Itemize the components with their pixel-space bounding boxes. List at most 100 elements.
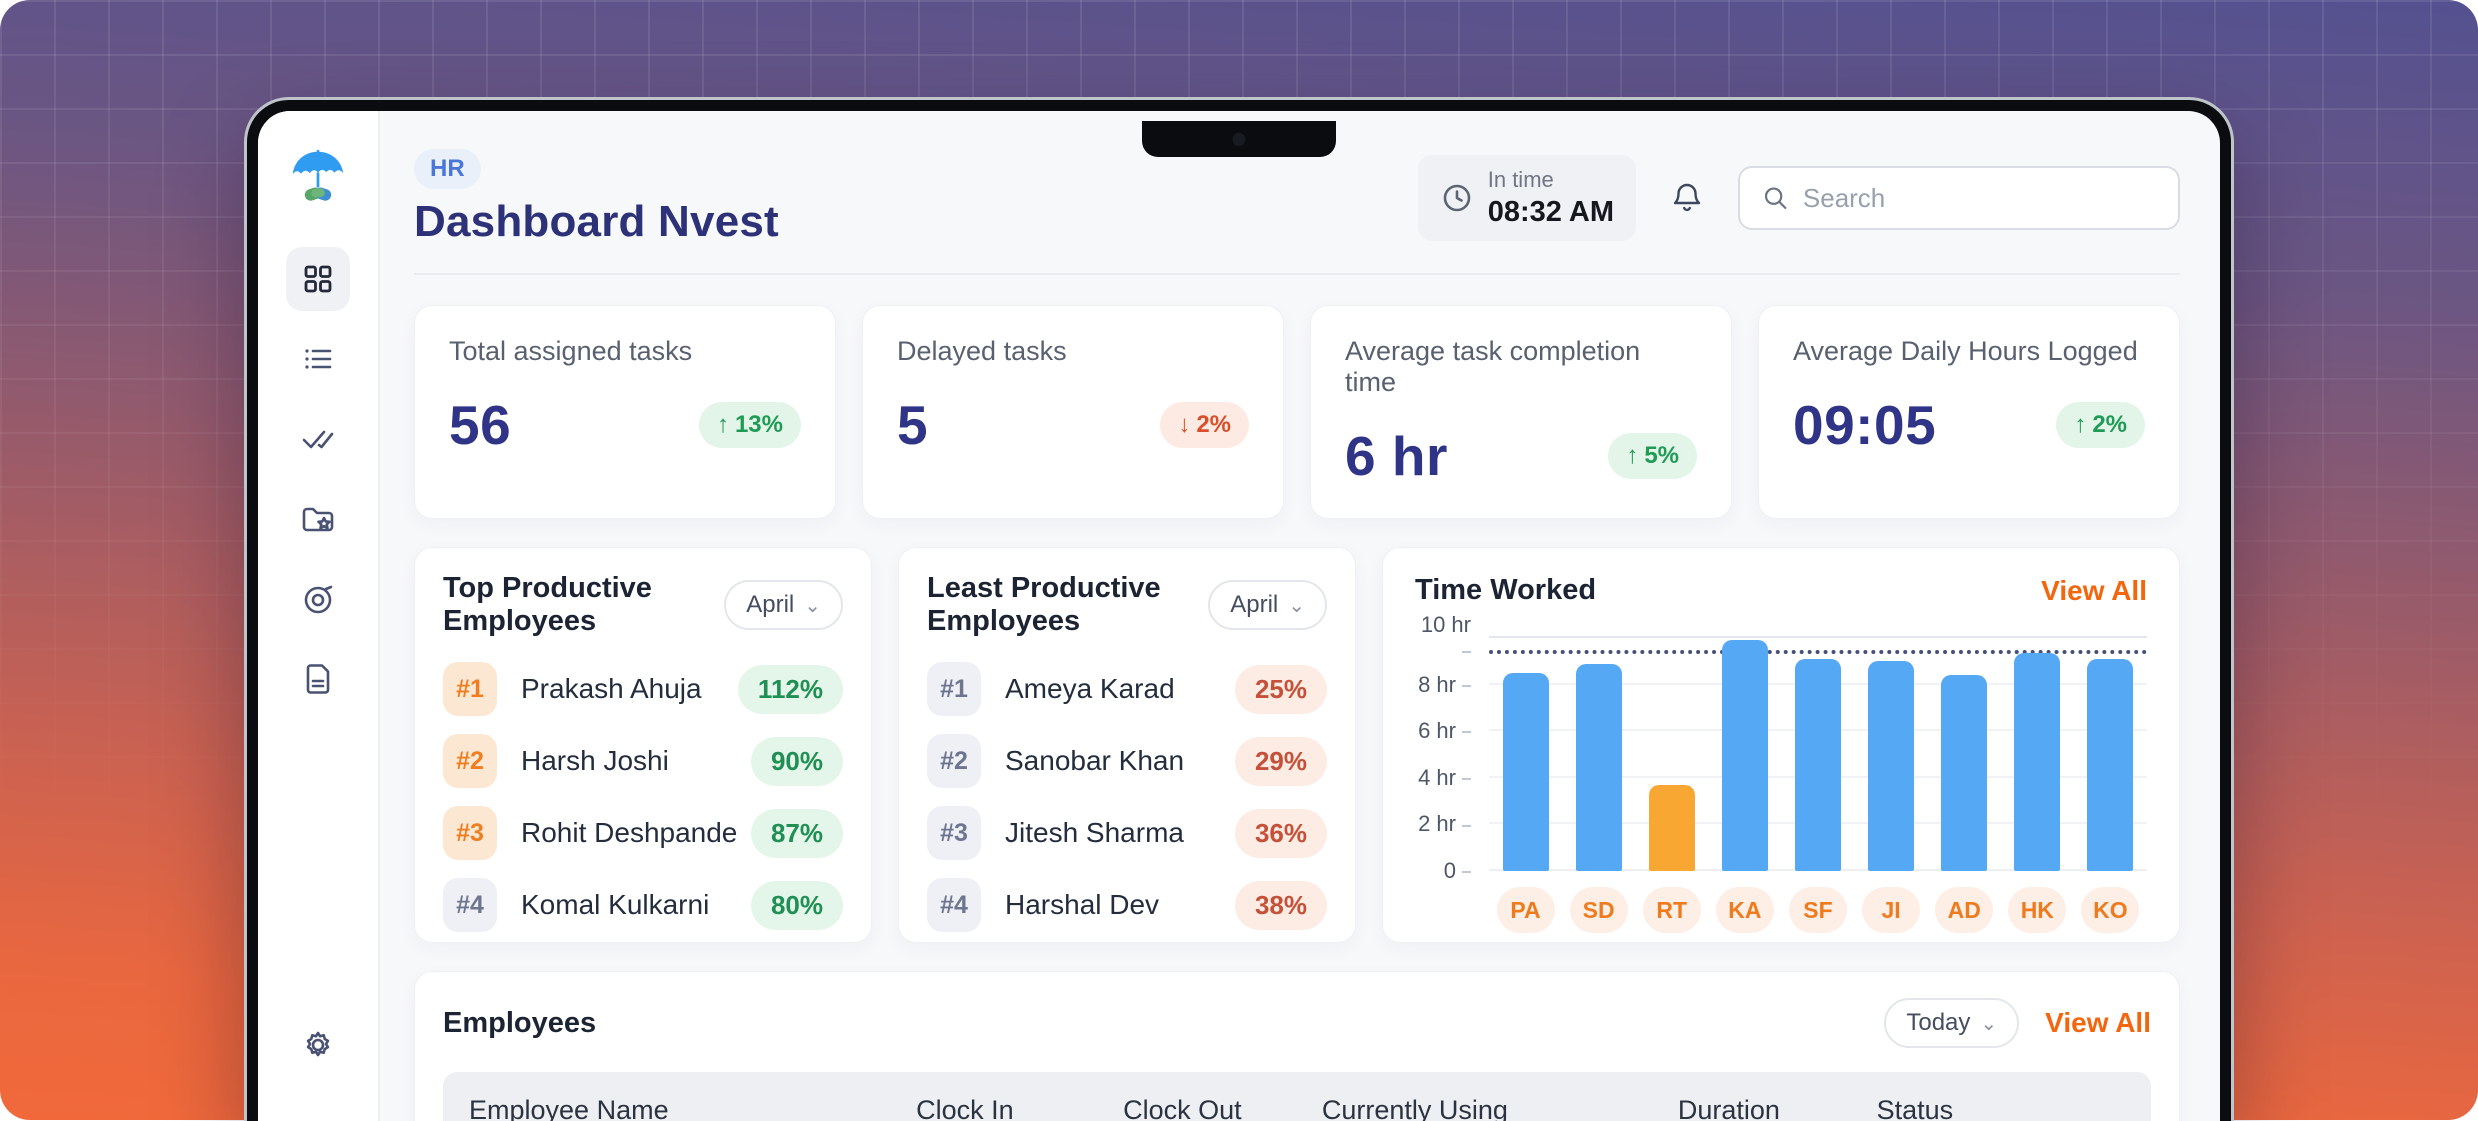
sidebar-item-reports[interactable]	[286, 647, 350, 711]
search-input[interactable]	[1803, 183, 2156, 214]
column-header: Duration	[1678, 1095, 1877, 1121]
productivity-percent-badge: 38%	[1235, 881, 1327, 930]
stat-delta-badge: ↑13%	[699, 402, 801, 448]
least-productive-month-dropdown[interactable]: April⌄	[1208, 580, 1327, 630]
chart-title: Time Worked	[1415, 574, 1596, 607]
productivity-row[interactable]: #3Jitesh Sharma36%	[927, 804, 1327, 862]
stat-delta-badge: ↑2%	[2056, 402, 2145, 448]
rank-badge: #4	[443, 878, 497, 932]
gear-icon	[298, 1025, 338, 1065]
productivity-row[interactable]: #2Sanobar Khan29%	[927, 732, 1327, 790]
bar-PA[interactable]	[1503, 673, 1549, 871]
double-check-icon	[298, 419, 338, 459]
time-worked-panel: Time Worked View All 10 hr8 hr6 hr4 hr2 …	[1382, 547, 2180, 943]
chart-x-label-badge: PA	[1497, 887, 1555, 933]
sidebar-item-approvals[interactable]	[286, 407, 350, 471]
bar-HK[interactable]	[2014, 653, 2060, 871]
chart-y-tick: 10 hr	[1415, 612, 1471, 664]
rank-badge: #1	[927, 662, 981, 716]
productivity-percent-badge: 112%	[738, 665, 843, 714]
sidebar-item-tasks-list[interactable]	[286, 327, 350, 391]
app-screen: HR Dashboard Nvest In time 08:32 AM	[258, 111, 2220, 1121]
productivity-row[interactable]: #3 Rohit Deshpande 87%	[443, 804, 843, 862]
rank-badge: #3	[443, 806, 497, 860]
sidebar-item-goals[interactable]	[286, 567, 350, 631]
column-header: Employee Name	[469, 1095, 916, 1121]
bar-KO[interactable]	[2087, 659, 2133, 871]
stat-value: 56	[449, 393, 511, 457]
stat-card-total-tasks: Total assigned tasks 56 ↑13%	[414, 305, 836, 519]
top-productive-panel: Top Productive Employees April⌄ #1Prakas…	[414, 547, 872, 943]
employee-name: Prakash Ahuja	[521, 673, 702, 705]
stat-label: Total assigned tasks	[449, 336, 801, 367]
folder-star-icon	[298, 499, 338, 539]
sidebar-item-projects[interactable]	[286, 487, 350, 551]
main-content: HR Dashboard Nvest In time 08:32 AM	[380, 111, 2220, 1121]
chart-x-label-badge: KO	[2081, 887, 2139, 933]
column-header: Clock In	[916, 1095, 1123, 1121]
productivity-row[interactable]: #1Prakash Ahuja112%	[443, 660, 843, 718]
top-productive-month-dropdown[interactable]: April⌄	[724, 580, 843, 630]
employees-panel: Employees Today⌄ View All Employee Name …	[414, 971, 2180, 1121]
productivity-row[interactable]: #2Harsh Joshi90%	[443, 732, 843, 790]
productivity-percent-badge: 87%	[751, 809, 843, 858]
stat-card-avg-hours: Average Daily Hours Logged 09:05 ↑2%	[1758, 305, 2180, 519]
bar-SF[interactable]	[1795, 659, 1841, 871]
stat-cards: Total assigned tasks 56 ↑13% Delayed tas…	[414, 305, 2180, 519]
bar-KA[interactable]	[1722, 640, 1768, 871]
chart-x-label-badge: RT	[1643, 887, 1701, 933]
least-productive-list: #1Ameya Karad25%#2Sanobar Khan29%#3Jites…	[927, 660, 1327, 943]
notification-bell-icon[interactable]	[1668, 179, 1706, 217]
chart-y-tick: 4 hr	[1415, 765, 1471, 791]
chevron-down-icon: ⌄	[1980, 1011, 1997, 1036]
bar-RT[interactable]	[1649, 785, 1695, 871]
sidebar	[258, 111, 380, 1121]
productivity-row[interactable]: #4Harshal Dev38%	[927, 876, 1327, 934]
chart-view-all-link[interactable]: View All	[2041, 575, 2147, 607]
productivity-percent-badge: 25%	[1235, 665, 1327, 714]
employee-name: Rohit Deshpande	[521, 817, 737, 849]
employee-name: Ameya Karad	[1005, 673, 1175, 705]
bar-AD[interactable]	[1941, 675, 1987, 871]
employees-view-all-link[interactable]: View All	[2045, 1007, 2151, 1039]
search-box[interactable]	[1738, 166, 2180, 230]
stat-card-delayed-tasks: Delayed tasks 5 ↓2%	[862, 305, 1284, 519]
in-time-label: In time	[1488, 167, 1614, 193]
chevron-down-icon: ⌄	[1288, 593, 1305, 618]
employees-title: Employees	[443, 1007, 596, 1040]
laptop-frame: HR Dashboard Nvest In time 08:32 AM	[247, 100, 2231, 1121]
stat-value: 6 hr	[1345, 424, 1448, 488]
chevron-down-icon: ⌄	[804, 593, 821, 618]
chart-x-label-badge: KA	[1716, 887, 1774, 933]
chart-x-label-badge: HK	[2008, 887, 2066, 933]
topbar-right: In time 08:32 AM	[1418, 155, 2180, 241]
employees-table-header: Employee Name Clock In Clock Out Current…	[443, 1072, 2151, 1121]
productivity-percent-badge: 80%	[751, 881, 843, 930]
column-header: Status	[1877, 1095, 2051, 1121]
search-icon	[1762, 183, 1789, 213]
productivity-row[interactable]: #4Komal Kulkarni80%	[443, 876, 843, 934]
company-umbrella-logo	[287, 145, 349, 207]
employee-name: Sanobar Khan	[1005, 745, 1184, 777]
chart-y-tick: 6 hr	[1415, 718, 1471, 744]
bar-JI[interactable]	[1868, 661, 1914, 871]
department-badge: HR	[414, 149, 481, 189]
least-productive-panel: Least Productive Employees April⌄ #1 Amey…	[898, 547, 1356, 943]
stat-value: 09:05	[1793, 393, 1936, 457]
sidebar-nav	[286, 247, 350, 711]
sidebar-item-settings[interactable]	[286, 1013, 350, 1077]
stat-delta-badge: ↓2%	[1160, 402, 1249, 448]
chart-y-tick: 8 hr	[1415, 672, 1471, 698]
chart-x-label-badge: JI	[1862, 887, 1920, 933]
bar-SD[interactable]	[1576, 664, 1622, 871]
panel-title: Least Productive Employees	[927, 572, 1208, 638]
employee-name: Jitesh Sharma	[1005, 817, 1184, 849]
employees-period-dropdown[interactable]: Today⌄	[1884, 998, 2019, 1048]
sidebar-item-dashboard[interactable]	[286, 247, 350, 311]
rank-badge: #4	[927, 878, 981, 932]
stat-value: 5	[897, 393, 928, 457]
stat-label: Delayed tasks	[897, 336, 1249, 367]
rank-badge: #2	[927, 734, 981, 788]
productivity-row[interactable]: #1 Ameya Karad 25%	[927, 660, 1327, 718]
list-icon	[298, 339, 338, 379]
